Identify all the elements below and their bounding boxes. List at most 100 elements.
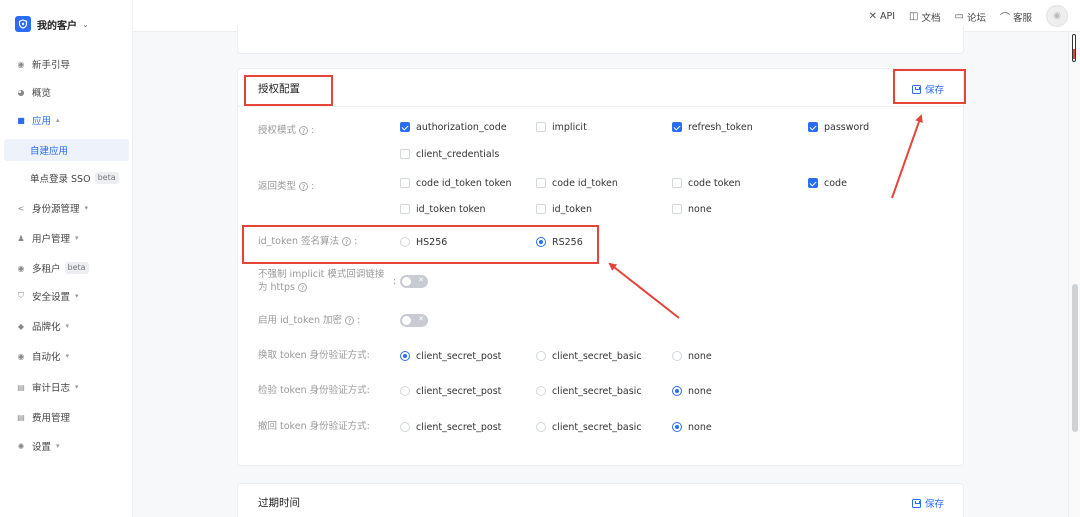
shield-icon: ⛉ bbox=[18, 291, 24, 300]
docs-link[interactable]: ◫ 文档 bbox=[909, 9, 940, 24]
sidebar-item-label: 安全设置 bbox=[32, 292, 71, 303]
sidebar-item-billing[interactable]: ▤ 费用管理 bbox=[0, 406, 133, 428]
sidebar-item-custom-apps[interactable]: 自建应用 bbox=[4, 139, 129, 161]
grant-type-label: 授权模式 ? : bbox=[258, 125, 315, 136]
checkbox[interactable] bbox=[400, 178, 410, 188]
checkbox[interactable] bbox=[672, 178, 682, 188]
radio[interactable] bbox=[536, 386, 546, 396]
introspect-auth-post-radio[interactable]: client_secret_post bbox=[400, 384, 501, 398]
label-text: 授权模式 bbox=[258, 125, 297, 136]
sidebar-item-apps[interactable]: ■ 应用 ▴ bbox=[0, 109, 133, 131]
scrollbar-thumb[interactable] bbox=[1072, 284, 1078, 432]
id-token-encryption-toggle[interactable] bbox=[400, 314, 428, 327]
introspect-auth-basic-radio[interactable]: client_secret_basic bbox=[536, 384, 642, 398]
radio[interactable] bbox=[536, 351, 546, 361]
brand-switcher[interactable]: 我的客户 ⌄ bbox=[15, 15, 89, 33]
revoke-auth-none-radio[interactable]: none bbox=[672, 420, 712, 434]
response-type-label: 返回类型 ? : bbox=[258, 181, 315, 192]
label-text: 不强制 implicit 模式回调链接为 https bbox=[258, 269, 385, 293]
option-label: authorization_code bbox=[416, 121, 507, 133]
checkbox[interactable] bbox=[536, 122, 546, 132]
sidebar-item-audit[interactable]: ▤ 审计日志 ▾ bbox=[0, 376, 133, 398]
sidebar-item-tenants[interactable]: ◉ 多租户 beta bbox=[0, 257, 133, 279]
option-label: password bbox=[824, 121, 870, 133]
checkbox-checked[interactable] bbox=[808, 178, 818, 188]
grant-client-credentials-checkbox[interactable]: client_credentials bbox=[400, 147, 499, 161]
radio-selected[interactable] bbox=[672, 386, 682, 396]
checkbox-checked[interactable] bbox=[672, 122, 682, 132]
radio[interactable] bbox=[400, 422, 410, 432]
response-code-checkbox[interactable]: code bbox=[808, 176, 847, 190]
avatar[interactable]: ◉ bbox=[1046, 5, 1068, 27]
radio[interactable] bbox=[400, 386, 410, 396]
sidebar-item-automation[interactable]: ◉ 自动化 ▾ bbox=[0, 345, 133, 367]
response-id-token-checkbox[interactable]: id_token bbox=[536, 202, 592, 216]
checkbox-checked[interactable] bbox=[400, 122, 410, 132]
radio-selected[interactable] bbox=[672, 422, 682, 432]
save-button[interactable]: 保存 bbox=[912, 496, 944, 510]
sidebar-item-label: 自建应用 bbox=[30, 146, 69, 157]
help-icon[interactable]: ? bbox=[299, 182, 309, 191]
beta-badge: beta bbox=[64, 262, 89, 274]
checkbox[interactable] bbox=[672, 204, 682, 214]
chevron-down-icon: ▾ bbox=[65, 352, 70, 360]
sidebar-item-label: 费用管理 bbox=[32, 413, 71, 424]
sidebar-item-settings[interactable]: ✺ 设置 ▾ bbox=[0, 435, 133, 457]
option-label: code id_token token bbox=[416, 177, 512, 189]
brand-title: 我的客户 bbox=[37, 20, 77, 32]
sidebar-item-sso[interactable]: 单点登录 SSO beta bbox=[0, 167, 133, 189]
token-auth-none-radio[interactable]: none bbox=[672, 349, 712, 363]
grant-implicit-checkbox[interactable]: implicit bbox=[536, 120, 587, 134]
checkbox[interactable] bbox=[536, 178, 546, 188]
label-text: 启用 id_token 加密 bbox=[258, 315, 343, 326]
response-code-id-token-token-checkbox[interactable]: code id_token token bbox=[400, 176, 512, 190]
checkbox-checked[interactable] bbox=[808, 122, 818, 132]
api-link-label: API bbox=[880, 11, 896, 22]
response-code-id-token-checkbox[interactable]: code id_token bbox=[536, 176, 618, 190]
option-label: none bbox=[688, 421, 712, 433]
expiry-card: 过期时间 保存 bbox=[237, 483, 964, 517]
radio[interactable] bbox=[536, 422, 546, 432]
radio-selected[interactable] bbox=[400, 351, 410, 361]
response-id-token-token-checkbox[interactable]: id_token token bbox=[400, 202, 486, 216]
scrollbar[interactable] bbox=[1068, 32, 1080, 517]
chevron-down-icon: ⌄ bbox=[82, 19, 89, 29]
sidebar-item-users[interactable]: ♟ 用户管理 ▾ bbox=[0, 227, 133, 249]
token-auth-basic-radio[interactable]: client_secret_basic bbox=[536, 349, 642, 363]
grant-authorization-code-checkbox[interactable]: authorization_code bbox=[400, 120, 507, 134]
forum-link[interactable]: ▭ 论坛 bbox=[955, 9, 986, 24]
checkbox[interactable] bbox=[400, 149, 410, 159]
support-link[interactable]: ⌒ 客服 bbox=[1000, 9, 1032, 25]
sidebar-item-overview[interactable]: ◕ 概览 bbox=[0, 81, 133, 103]
token-auth-post-radio[interactable]: client_secret_post bbox=[400, 349, 501, 363]
sidebar-item-label: 概览 bbox=[32, 88, 52, 99]
divider bbox=[238, 106, 963, 107]
radio[interactable] bbox=[672, 351, 682, 361]
sidebar-item-branding[interactable]: ◆ 品牌化 ▾ bbox=[0, 315, 133, 337]
sidebar-item-label: 用户管理 bbox=[32, 234, 71, 245]
revoke-auth-basic-radio[interactable]: client_secret_basic bbox=[536, 420, 642, 434]
revoke-auth-post-radio[interactable]: client_secret_post bbox=[400, 420, 501, 434]
checkbox[interactable] bbox=[536, 204, 546, 214]
sidebar-item-guide[interactable]: ◉ 新手引导 bbox=[0, 53, 133, 75]
option-label: none bbox=[688, 203, 712, 215]
pie-chart-icon: ◕ bbox=[17, 87, 25, 97]
grant-password-checkbox[interactable]: password bbox=[808, 120, 869, 134]
forum-link-label: 论坛 bbox=[966, 12, 986, 24]
response-code-token-checkbox[interactable]: code token bbox=[672, 176, 741, 190]
implicit-https-toggle[interactable] bbox=[400, 275, 428, 288]
introspect-auth-none-radio[interactable]: none bbox=[672, 384, 712, 398]
help-icon[interactable]: ? bbox=[345, 316, 355, 325]
response-none-checkbox[interactable]: none bbox=[672, 202, 712, 216]
api-link[interactable]: ✕ API bbox=[869, 9, 895, 24]
sidebar-item-security[interactable]: ⛉ 安全设置 ▾ bbox=[0, 285, 133, 307]
sidebar-item-identity-sources[interactable]: < 身份源管理 ▾ bbox=[0, 197, 133, 219]
help-icon[interactable]: ? bbox=[298, 283, 308, 292]
checkbox[interactable] bbox=[400, 204, 410, 214]
option-label: id_token bbox=[552, 203, 592, 215]
billing-icon: ▤ bbox=[17, 412, 25, 422]
help-icon[interactable]: ? bbox=[299, 126, 309, 135]
tenant-icon: ◉ bbox=[17, 263, 25, 273]
grant-refresh-token-checkbox[interactable]: refresh_token bbox=[672, 120, 753, 134]
previous-card bbox=[237, 26, 964, 54]
